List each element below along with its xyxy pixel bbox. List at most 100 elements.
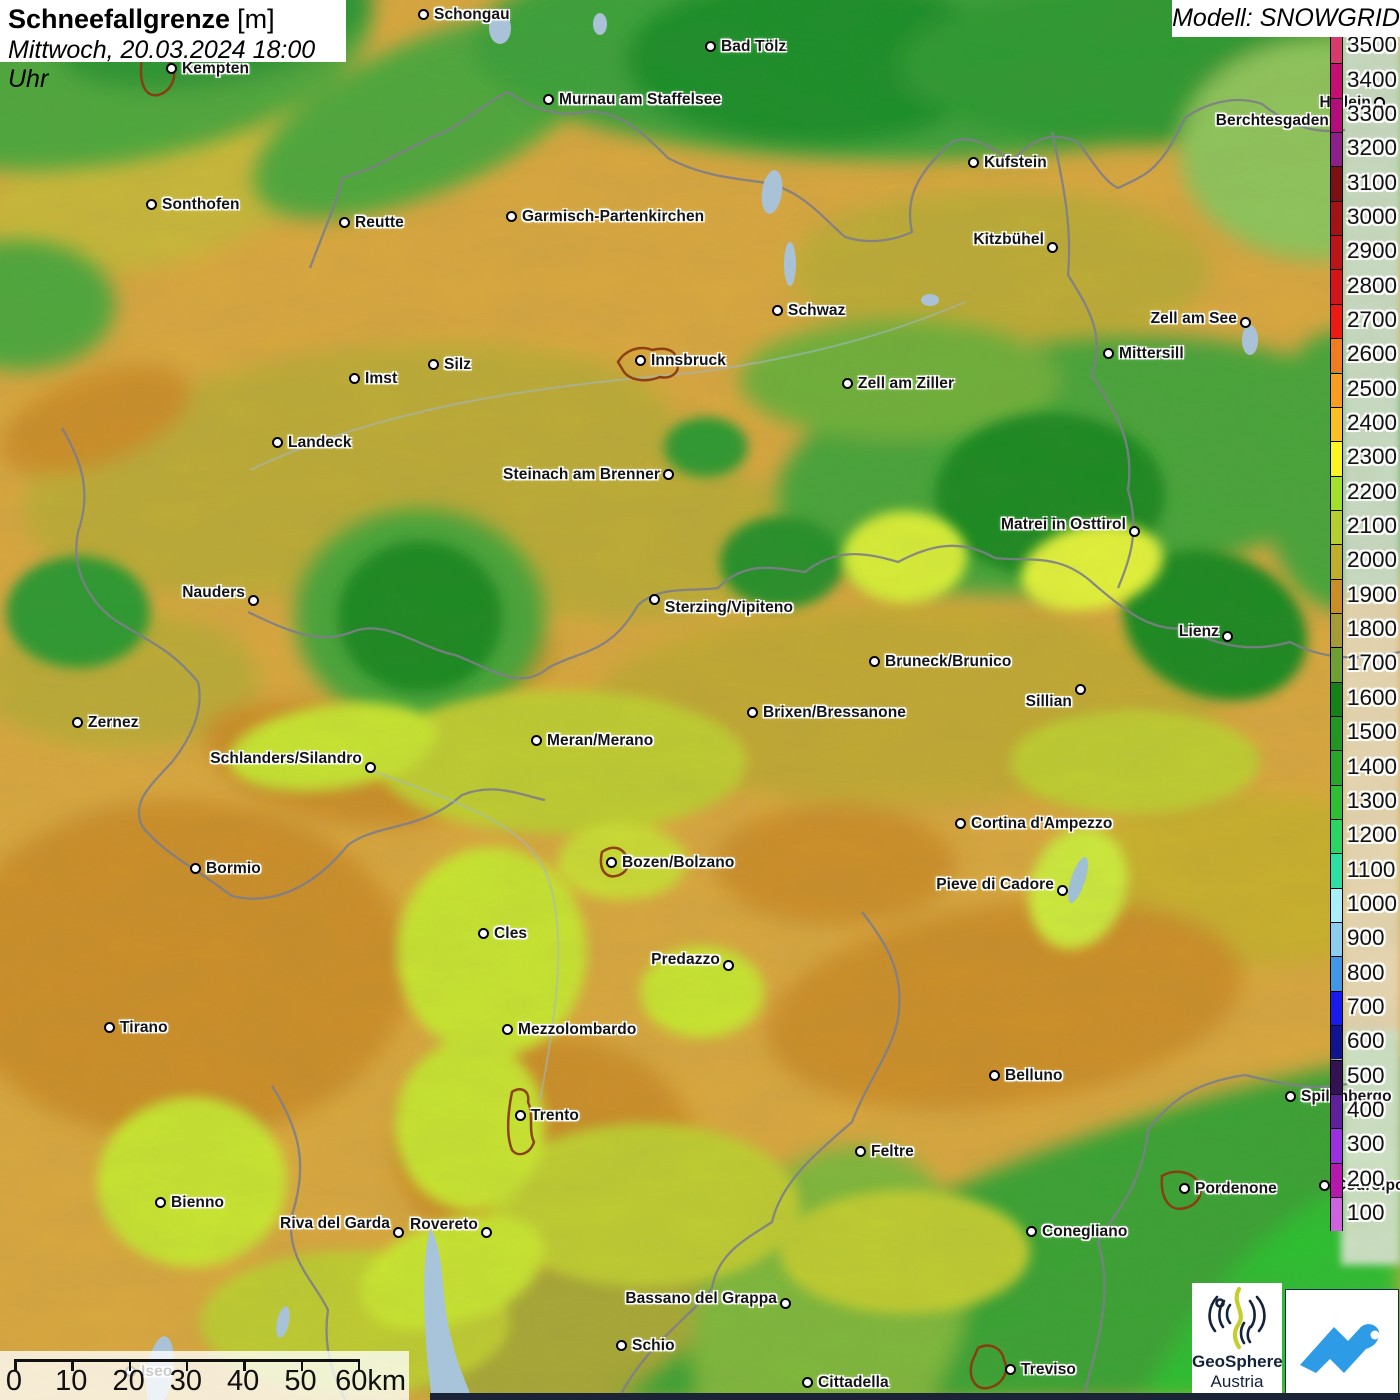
city-marker bbox=[506, 211, 517, 222]
city-label: Kitzbühel bbox=[973, 231, 1044, 249]
city-marker bbox=[248, 595, 259, 606]
city-label: Landeck bbox=[288, 434, 352, 452]
city-marker bbox=[481, 1227, 492, 1238]
city-marker bbox=[1374, 97, 1385, 108]
city-label: Berchtesgaden bbox=[1216, 112, 1329, 130]
city-marker bbox=[1075, 684, 1086, 695]
city-label: Lienz bbox=[1179, 623, 1219, 641]
city-label: Cortina d'Ampezzo bbox=[971, 815, 1112, 833]
city-label: Brixen/Bressanone bbox=[763, 704, 906, 722]
city-label: Zernez bbox=[88, 714, 139, 732]
city-marker bbox=[747, 707, 758, 718]
city-marker bbox=[1319, 1180, 1330, 1191]
legend-segment bbox=[1331, 1094, 1342, 1128]
city-marker bbox=[428, 359, 439, 370]
scalebar-label: 30 bbox=[170, 1365, 202, 1398]
legend-segment bbox=[1331, 1128, 1342, 1162]
legend-segment bbox=[1331, 613, 1342, 647]
city-label: Garmisch-Partenkirchen bbox=[522, 208, 704, 226]
legend-segment bbox=[1331, 750, 1342, 784]
city-marker bbox=[705, 41, 716, 52]
city-marker bbox=[418, 9, 429, 20]
legend-segment bbox=[1331, 510, 1342, 544]
city-marker bbox=[635, 355, 646, 366]
legend-segment bbox=[1331, 682, 1342, 716]
city-label: Murnau am Staffelsee bbox=[559, 91, 721, 109]
map-datetime: Mittwoch, 20.03.2024 18:00 Uhr bbox=[8, 36, 346, 94]
city-label: Feltre bbox=[871, 1143, 914, 1161]
city-marker bbox=[1026, 1226, 1037, 1237]
city-marker bbox=[649, 594, 660, 605]
city-marker bbox=[1179, 1183, 1190, 1194]
legend-segment bbox=[1331, 544, 1342, 578]
city-label: Bad Tölz bbox=[721, 38, 786, 56]
city-label: Codroipo bbox=[1335, 1177, 1400, 1195]
scalebar-label: 40 bbox=[227, 1365, 259, 1398]
city-label: Sterzing/Vipiteno bbox=[665, 599, 793, 617]
legend-segment bbox=[1331, 819, 1342, 853]
legend-segment bbox=[1331, 407, 1342, 441]
legend-segment bbox=[1331, 373, 1342, 407]
city-marker bbox=[842, 378, 853, 389]
geosphere-logo-text: GeoSphere bbox=[1192, 1352, 1282, 1372]
city-label: Meran/Merano bbox=[547, 732, 653, 750]
title-unit: [m] bbox=[237, 4, 275, 34]
city-marker bbox=[802, 1377, 813, 1388]
city-marker bbox=[1103, 348, 1114, 359]
city-marker bbox=[1005, 1364, 1016, 1375]
geosphere-logo-box: GeoSphere Austria bbox=[1192, 1283, 1282, 1395]
weather-map-screenshot: SchongauBad TölzKemptenMurnau am Staffel… bbox=[0, 0, 1400, 1400]
city-marker bbox=[543, 94, 554, 105]
legend-segment bbox=[1331, 716, 1342, 750]
city-marker bbox=[855, 1146, 866, 1157]
city-marker bbox=[478, 928, 489, 939]
city-label: Cles bbox=[494, 925, 527, 943]
city-marker bbox=[616, 1340, 627, 1351]
city-marker bbox=[1222, 631, 1233, 642]
city-marker bbox=[1057, 885, 1068, 896]
city-marker bbox=[869, 656, 880, 667]
city-label: Schwaz bbox=[788, 302, 845, 320]
city-marker bbox=[155, 1197, 166, 1208]
city-label: Sonthofen bbox=[162, 196, 240, 214]
legend-segment bbox=[1331, 201, 1342, 235]
city-marker bbox=[780, 1298, 791, 1309]
city-label: Rovereto bbox=[410, 1216, 478, 1234]
legend-segment bbox=[1331, 338, 1342, 372]
city-label: Bormio bbox=[206, 860, 261, 878]
city-marker bbox=[272, 437, 283, 448]
model-box: Modell: SNOWGRID bbox=[1172, 0, 1400, 37]
geosphere-logo-icon bbox=[1193, 1283, 1281, 1349]
legend-segment bbox=[1331, 1025, 1342, 1059]
city-label: Schio bbox=[632, 1337, 675, 1355]
legend-segment bbox=[1331, 888, 1342, 922]
city-label: Zell am See bbox=[1151, 310, 1237, 328]
city-marker bbox=[365, 762, 376, 773]
legend-segment bbox=[1331, 476, 1342, 510]
city-marker bbox=[663, 469, 674, 480]
legend-segment bbox=[1331, 166, 1342, 200]
scalebar-label: 10 bbox=[55, 1365, 87, 1398]
city-marker bbox=[1129, 526, 1140, 537]
city-label: Bassano del Grappa bbox=[625, 1290, 777, 1308]
city-label: Pordenone bbox=[1195, 1180, 1277, 1198]
city-marker bbox=[104, 1022, 115, 1033]
city-label: Conegliano bbox=[1042, 1223, 1127, 1241]
city-marker bbox=[955, 818, 966, 829]
legend-segment bbox=[1331, 441, 1342, 475]
city-label: Mittersill bbox=[1119, 345, 1184, 363]
legend-segment bbox=[1331, 98, 1342, 132]
legend-segment bbox=[1331, 304, 1342, 338]
city-label: Bruneck/Brunico bbox=[885, 653, 1011, 671]
scalebar-label: 60km bbox=[335, 1365, 406, 1398]
distance-scalebar: 0102030405060km bbox=[0, 1351, 409, 1400]
city-layer: SchongauBad TölzKemptenMurnau am Staffel… bbox=[0, 0, 1400, 1400]
legend-segment bbox=[1331, 579, 1342, 613]
city-marker bbox=[515, 1110, 526, 1121]
city-label: Trento bbox=[531, 1107, 579, 1125]
title-text: Schneefallgrenze bbox=[8, 4, 230, 34]
city-marker bbox=[1285, 1091, 1296, 1102]
legend-segment bbox=[1331, 63, 1342, 97]
city-label: Zell am Ziller bbox=[858, 375, 954, 393]
city-marker bbox=[1240, 317, 1251, 328]
